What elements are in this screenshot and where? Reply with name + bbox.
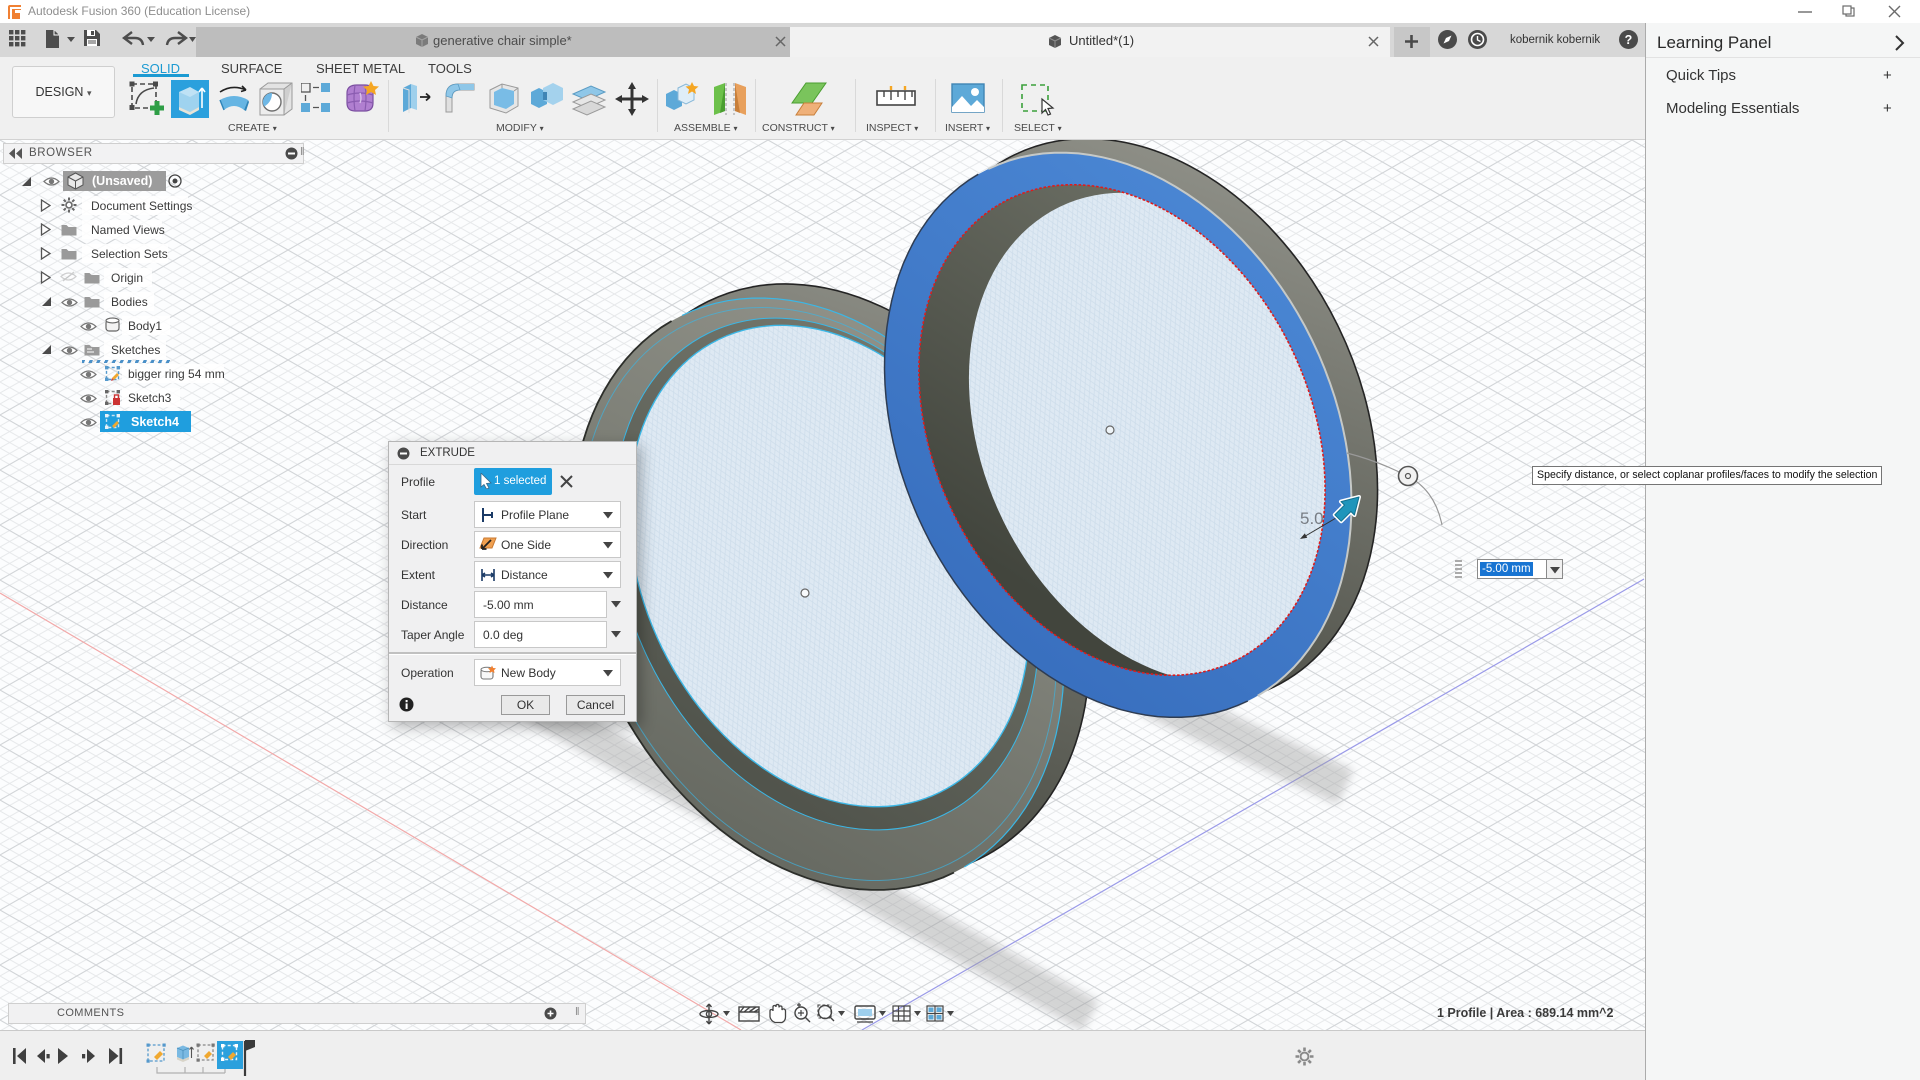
svg-text:?: ? <box>1625 33 1633 47</box>
svg-text:5.0: 5.0 <box>1300 509 1324 528</box>
